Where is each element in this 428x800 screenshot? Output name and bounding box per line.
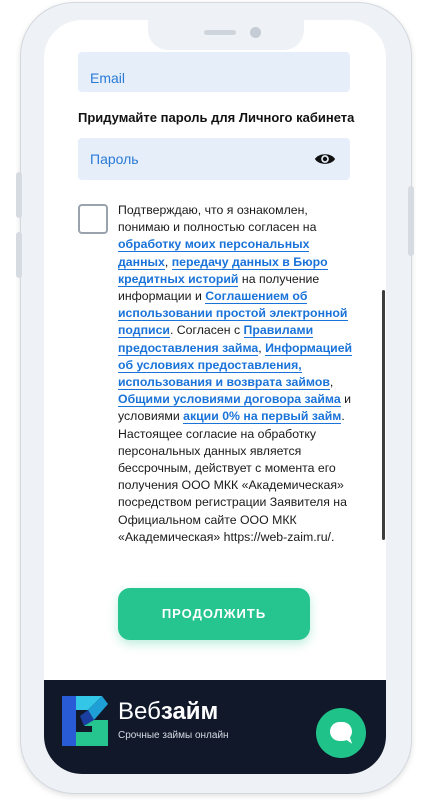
brand-bold: займ <box>160 698 219 725</box>
continue-button[interactable]: ПРОДОЛЖИТЬ <box>118 588 310 640</box>
consent-validity-text: Настоящее согласие на обработку персонал… <box>118 426 347 544</box>
consent-text-part: , <box>164 254 172 269</box>
email-placeholder: Email <box>90 70 126 86</box>
camera <box>250 27 261 38</box>
brand-name: Вебзайм <box>118 698 218 726</box>
consent-text-part: . Согласен с <box>169 323 244 338</box>
chat-icon-tail <box>343 736 353 746</box>
link-general-terms[interactable]: Общими условиями договора займа <box>118 392 341 408</box>
consent-text-part: , <box>329 375 334 390</box>
phone-side-button <box>16 172 22 218</box>
footer-bar: Вебзайм Срочные займы онлайн <box>44 680 386 774</box>
consent-text-part: . <box>341 409 345 424</box>
link-promo[interactable]: акции 0% на первый займ <box>183 409 342 425</box>
phone-side-button <box>408 186 414 256</box>
phone-side-button <box>16 232 22 278</box>
consent-checkbox[interactable] <box>78 204 108 234</box>
app-screen: Email Придумайте пароль для Личного каби… <box>44 20 386 774</box>
phone-notch <box>148 20 304 50</box>
brand-regular: Веб <box>118 698 161 725</box>
consent-text-part: Подтверждаю, что я ознакомлен, понимаю и… <box>118 203 317 235</box>
logo-icon[interactable] <box>62 696 108 746</box>
brand-tagline: Срочные займы онлайн <box>118 730 229 741</box>
speaker <box>204 30 236 35</box>
password-placeholder: Пароль <box>90 151 139 167</box>
email-field[interactable]: Email <box>78 52 350 92</box>
chat-button[interactable] <box>316 708 366 758</box>
consent-text: Подтверждаю, что я ознакомлен, понимаю и… <box>118 202 354 546</box>
password-field[interactable]: Пароль <box>78 138 350 180</box>
scrollbar[interactable] <box>382 290 385 540</box>
eye-icon[interactable] <box>314 150 336 168</box>
password-title: Придумайте пароль для Личного кабинета <box>78 110 355 125</box>
